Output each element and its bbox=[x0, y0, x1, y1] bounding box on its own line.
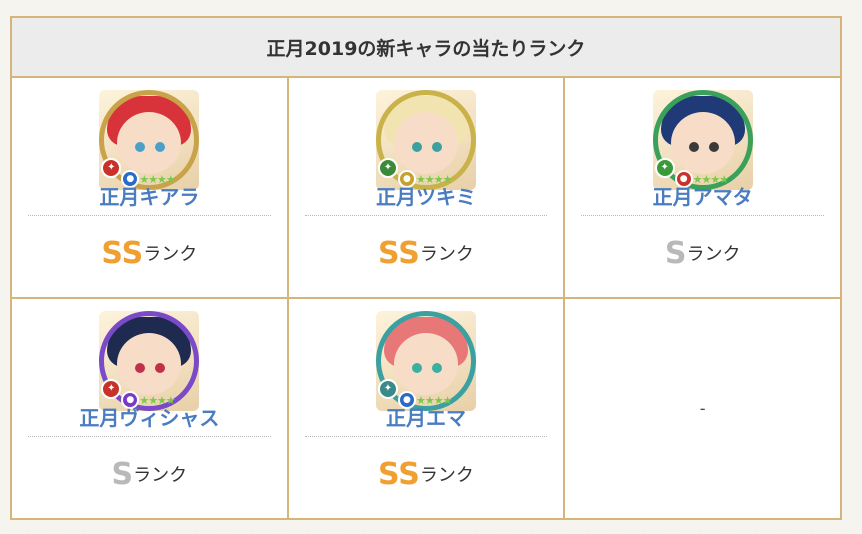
rank-grade: SS bbox=[378, 457, 420, 492]
rank-suffix: ランク bbox=[143, 244, 198, 265]
sword-icon: ✦ bbox=[377, 158, 398, 178]
rank-suffix: ランク bbox=[419, 465, 474, 486]
rank-text: SSランク bbox=[12, 236, 287, 271]
character-name-link[interactable]: 正月ツキミ bbox=[289, 181, 564, 210]
rank-grade: S bbox=[111, 457, 134, 492]
divider bbox=[28, 436, 271, 437]
character-cell: ✦ ● ★★★★ 正月キアラ SSランク bbox=[10, 76, 289, 299]
character-cell: ✦ ● ★★★★ 正月アマタ Sランク bbox=[563, 76, 842, 299]
rank-suffix: ランク bbox=[419, 244, 474, 265]
arrow-icon: ✦ bbox=[654, 158, 675, 178]
empty-cell: - bbox=[563, 297, 842, 520]
rank-suffix: ランク bbox=[686, 244, 741, 265]
rank-suffix: ランク bbox=[133, 465, 188, 486]
character-name-link[interactable]: 正月エマ bbox=[289, 402, 564, 431]
rank-text: SSランク bbox=[289, 236, 564, 271]
divider bbox=[304, 436, 548, 437]
character-name-link[interactable]: 正月キアラ bbox=[12, 181, 287, 210]
divider bbox=[304, 215, 548, 216]
rank-text: SSランク bbox=[289, 457, 564, 492]
rank-text: Sランク bbox=[12, 457, 287, 492]
character-portrait[interactable]: ✦ ● ★★★★ bbox=[652, 90, 753, 190]
rank-text: Sランク bbox=[565, 236, 840, 271]
character-portrait[interactable]: ✦ ● ★★★★ bbox=[375, 90, 476, 190]
rank-grade: S bbox=[664, 236, 687, 271]
character-cell: ✦ ● ★★★★ 正月ヴィシャス Sランク bbox=[10, 297, 289, 520]
divider bbox=[581, 215, 824, 216]
table-title: 正月2019の新キャラの当たりランク bbox=[10, 16, 842, 78]
divider bbox=[28, 215, 271, 216]
character-portrait[interactable]: ✦ ● ★★★★ bbox=[99, 90, 200, 190]
character-cell: ✦ ● ★★★★ 正月ツキミ SSランク bbox=[286, 76, 566, 299]
character-cell: ✦ ● ★★★★ 正月エマ SSランク bbox=[286, 297, 566, 520]
rank-grade: SS bbox=[101, 236, 144, 271]
rank-grade: SS bbox=[378, 236, 420, 271]
empty-dash: - bbox=[699, 399, 706, 418]
character-name-link[interactable]: 正月アマタ bbox=[565, 181, 840, 210]
character-portrait[interactable]: ✦ ● ★★★★ bbox=[99, 311, 200, 411]
rank-table: 正月2019の新キャラの当たりランク ✦ ● ★★★★ 正月キアラ SSランク … bbox=[10, 16, 842, 520]
character-name-link[interactable]: 正月ヴィシャス bbox=[12, 402, 287, 431]
wing-icon: ✦ bbox=[377, 379, 398, 399]
character-portrait[interactable]: ✦ ● ★★★★ bbox=[375, 311, 476, 411]
